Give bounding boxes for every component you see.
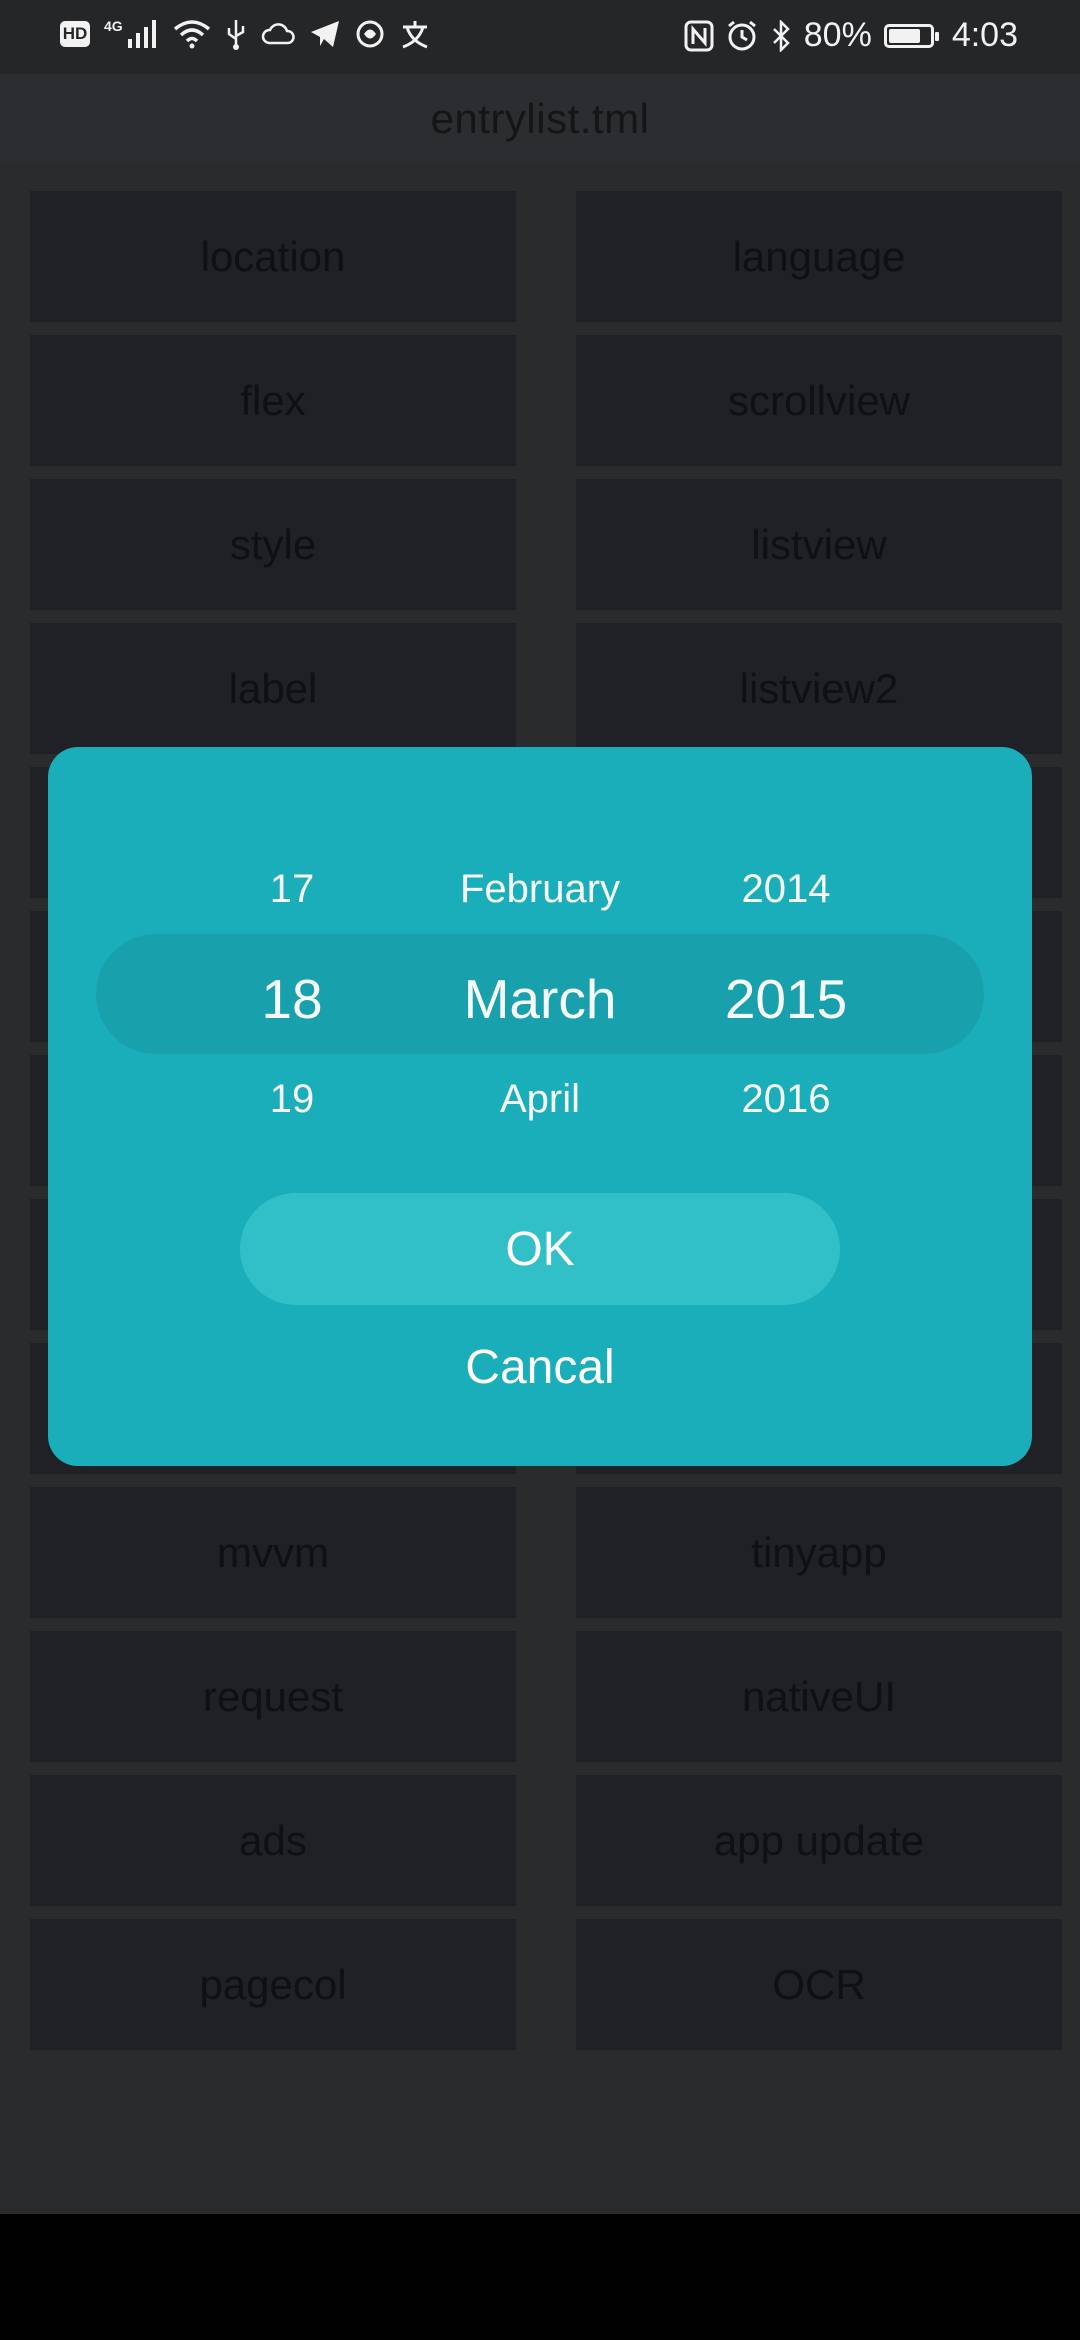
grid-item[interactable]: nativeUI <box>576 1631 1062 1762</box>
grid-item[interactable]: location <box>30 191 516 322</box>
grid-item[interactable]: tinyapp <box>576 1487 1062 1618</box>
battery-percent: 80% <box>803 16 872 54</box>
status-left-icons: HD 4G <box>60 18 431 50</box>
bluetooth-icon <box>772 19 790 52</box>
grid-item[interactable]: listview2 <box>576 623 1062 754</box>
page-title: entrylist.tml <box>0 74 1080 164</box>
nfc-icon <box>684 20 714 51</box>
status-bar: HD 4G 80% 4:03 <box>0 0 1080 74</box>
alipay-icon <box>402 21 428 49</box>
ok-button[interactable]: OK <box>240 1193 840 1305</box>
signal-icon <box>127 20 156 48</box>
year-selected[interactable]: 2015 <box>636 967 936 1031</box>
cloud-icon <box>261 23 295 45</box>
status-right-icons: 80% 4:03 <box>684 16 1018 55</box>
year-column[interactable]: 2014 2015 2016 <box>636 747 936 1167</box>
wifi-icon <box>173 20 210 49</box>
battery-level-fill <box>888 28 920 43</box>
telegram-icon <box>310 21 339 47</box>
grid-item[interactable]: label <box>30 623 516 754</box>
grid-item[interactable]: listview <box>576 479 1062 610</box>
grid-item[interactable]: request <box>30 1631 516 1762</box>
grid-item[interactable]: mvvm <box>30 1487 516 1618</box>
hd-icon: HD <box>60 21 90 47</box>
alarm-icon <box>727 20 756 50</box>
grid-item[interactable]: scrollview <box>576 335 1062 466</box>
date-picker-dialog: 17 18 19 February March April 2014 2015 … <box>48 747 1032 1466</box>
year-prev[interactable]: 2014 <box>636 867 936 912</box>
clock: 4:03 <box>951 16 1018 54</box>
network-type-label: 4G <box>104 18 123 34</box>
grid-item[interactable]: pagecol <box>30 1919 516 2050</box>
grid-item[interactable]: OCR <box>576 1919 1062 2050</box>
grid-item[interactable]: app update <box>576 1775 1062 1906</box>
cancel-button[interactable]: Cancal <box>390 1329 690 1405</box>
usb-icon <box>227 20 244 50</box>
grid-item[interactable]: flex <box>30 335 516 466</box>
year-next[interactable]: 2016 <box>636 1077 936 1122</box>
grid-item[interactable]: language <box>576 191 1062 322</box>
app-icon <box>356 20 384 48</box>
battery-icon <box>883 23 939 48</box>
grid-item[interactable]: style <box>30 479 516 610</box>
grid-item[interactable]: ads <box>30 1775 516 1906</box>
navigation-bar-area <box>0 2214 1080 2340</box>
